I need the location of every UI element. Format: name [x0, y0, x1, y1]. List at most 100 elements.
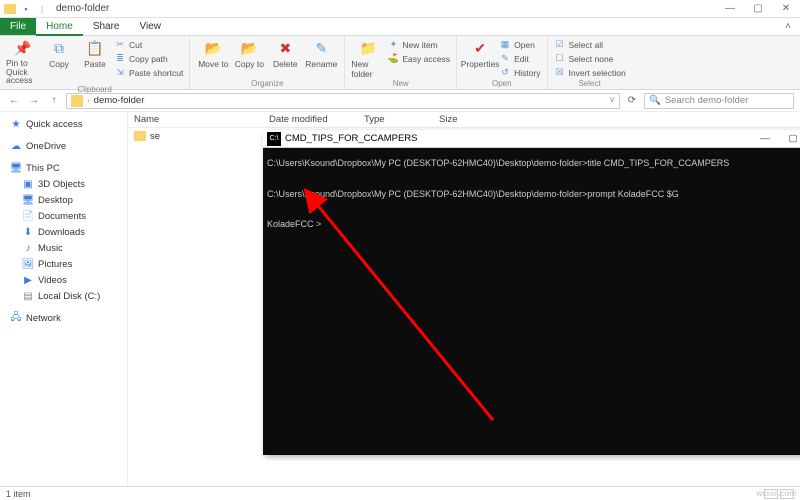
group-clipboard: 📌Pin to Quick access ⧉Copy 📋Paste ✂Cut ≣… — [0, 36, 190, 89]
minimize-button[interactable]: — — [716, 0, 744, 18]
group-open: ✔Properties ▦Open ✎Edit ↺History Open — [457, 36, 547, 89]
invert-selection-button[interactable]: ☒Invert selection — [554, 66, 626, 79]
status-text: 1 item — [6, 489, 31, 499]
file-list: Name Date modified Type Size se C:\ CMD_… — [128, 112, 800, 486]
column-type[interactable]: Type — [358, 114, 433, 125]
folder-icon — [71, 95, 83, 107]
delete-icon: ✖ — [275, 38, 295, 58]
sidebar-item-this-pc[interactable]: 🖥This PC — [0, 160, 127, 176]
group-label: Open — [463, 79, 540, 89]
rename-icon: ✎ — [311, 38, 331, 58]
column-headers: Name Date modified Type Size — [128, 112, 800, 128]
forward-button[interactable]: → — [26, 93, 42, 109]
main: ★Quick access ☁OneDrive 🖥This PC ▣3D Obj… — [0, 112, 800, 486]
window-title: demo-folder — [56, 3, 109, 14]
back-button[interactable]: ← — [6, 93, 22, 109]
history-button[interactable]: ↺History — [499, 66, 540, 79]
open-icon: ▦ — [499, 39, 511, 51]
cut-icon: ✂ — [114, 39, 126, 51]
chevron-right-icon: › — [87, 96, 90, 105]
maximize-button[interactable]: ▢ — [744, 0, 772, 18]
sidebar-item-pictures[interactable]: 🖼Pictures — [0, 256, 127, 272]
copyto-icon: 📂 — [239, 38, 259, 58]
cmd-title-text: CMD_TIPS_FOR_CCAMPERS — [285, 133, 418, 144]
cmd-prompt: KoladeFCC > — [267, 217, 800, 232]
chevron-down-icon[interactable]: ˅ — [609, 95, 615, 106]
sidebar-item-desktop[interactable]: 🖥Desktop — [0, 192, 127, 208]
search-input[interactable]: 🔍 Search demo-folder — [644, 93, 794, 109]
cmd-maximize-button[interactable]: ▢ — [779, 130, 800, 148]
tab-share[interactable]: Share — [83, 18, 130, 35]
select-none-icon: ☐ — [554, 53, 566, 65]
copy-to-button[interactable]: 📂Copy to — [232, 38, 266, 69]
picture-icon: 🖼 — [22, 258, 34, 270]
tab-view[interactable]: View — [130, 18, 172, 35]
select-all-icon: ☑ — [554, 39, 566, 51]
sidebar-item-3d-objects[interactable]: ▣3D Objects — [0, 176, 127, 192]
new-folder-button[interactable]: 📁New folder — [351, 38, 385, 79]
up-button[interactable]: ↑ — [46, 93, 62, 109]
invert-icon: ☒ — [554, 67, 566, 79]
window-controls: — ▢ ✕ — [716, 0, 800, 18]
cube-icon: ▣ — [22, 178, 34, 190]
paste-shortcut-button[interactable]: ⇲Paste shortcut — [114, 66, 183, 79]
paste-button[interactable]: 📋Paste — [78, 38, 112, 69]
search-icon: 🔍 — [649, 95, 661, 106]
cut-button[interactable]: ✂Cut — [114, 38, 183, 51]
music-icon: ♪ — [22, 242, 34, 254]
open-button[interactable]: ▦Open — [499, 38, 540, 51]
video-icon: ▶ — [22, 274, 34, 286]
copy-button[interactable]: ⧉Copy — [42, 38, 76, 69]
properties-button[interactable]: ✔Properties — [463, 38, 497, 69]
column-size[interactable]: Size — [433, 114, 493, 125]
move-to-button[interactable]: 📂Move to — [196, 38, 230, 69]
sidebar-item-onedrive[interactable]: ☁OneDrive — [0, 138, 127, 154]
save-icon[interactable]: ▪ — [20, 3, 32, 15]
tab-home[interactable]: Home — [36, 18, 83, 36]
tab-file[interactable]: File — [0, 18, 36, 35]
column-name[interactable]: Name — [128, 114, 263, 125]
refresh-button[interactable]: ⟳ — [624, 93, 640, 109]
sidebar-item-documents[interactable]: 📄Documents — [0, 208, 127, 224]
group-label: Organize — [196, 79, 338, 89]
edit-button[interactable]: ✎Edit — [499, 52, 540, 65]
cmd-output[interactable]: C:\Users\Ksound\Dropbox\My PC (DESKTOP-6… — [263, 148, 800, 455]
sidebar-item-local-disk[interactable]: ▤Local Disk (C:) — [0, 288, 127, 304]
group-label: New — [351, 79, 450, 89]
ribbon-tabs: File Home Share View ˄ — [0, 18, 800, 36]
easy-access-button[interactable]: ⛳Easy access — [387, 52, 450, 65]
column-date[interactable]: Date modified — [263, 114, 358, 125]
ribbon: 📌Pin to Quick access ⧉Copy 📋Paste ✂Cut ≣… — [0, 36, 800, 90]
breadcrumb[interactable]: › demo-folder ˅ — [66, 93, 620, 109]
sidebar-item-videos[interactable]: ▶Videos — [0, 272, 127, 288]
close-button[interactable]: ✕ — [772, 0, 800, 18]
folder-icon — [4, 4, 16, 14]
cmd-titlebar[interactable]: C:\ CMD_TIPS_FOR_CCAMPERS — ▢ ✕ — [263, 130, 800, 148]
status-bar: 1 item — [0, 486, 800, 500]
qat-divider: | — [36, 3, 48, 15]
delete-button[interactable]: ✖Delete — [268, 38, 302, 69]
cmd-icon: C:\ — [267, 132, 281, 146]
sidebar-item-downloads[interactable]: ⬇Downloads — [0, 224, 127, 240]
sidebar-item-music[interactable]: ♪Music — [0, 240, 127, 256]
address-bar: ← → ↑ › demo-folder ˅ ⟳ 🔍 Search demo-fo… — [0, 90, 800, 112]
sidebar-item-network[interactable]: 🖧Network — [0, 310, 127, 326]
new-item-button[interactable]: ✦New item — [387, 38, 450, 51]
move-icon: 📂 — [203, 38, 223, 58]
star-icon: ★ — [10, 118, 22, 130]
cmd-minimize-button[interactable]: — — [751, 130, 779, 148]
properties-icon: ✔ — [470, 38, 490, 58]
path-icon: ≣ — [114, 53, 126, 65]
select-all-button[interactable]: ☑Select all — [554, 38, 626, 51]
copy-path-button[interactable]: ≣Copy path — [114, 52, 183, 65]
ribbon-collapse-button[interactable]: ˄ — [776, 18, 800, 35]
rename-button[interactable]: ✎Rename — [304, 38, 338, 69]
pin-quick-access-button[interactable]: 📌Pin to Quick access — [6, 38, 40, 85]
download-icon: ⬇ — [22, 226, 34, 238]
select-none-button[interactable]: ☐Select none — [554, 52, 626, 65]
desktop-icon: 🖥 — [22, 194, 34, 206]
cmd-line: C:\Users\Ksound\Dropbox\My PC (DESKTOP-6… — [267, 187, 800, 202]
breadcrumb-segment[interactable]: demo-folder — [94, 95, 145, 106]
shortcut-icon: ⇲ — [114, 67, 126, 79]
sidebar-item-quick-access[interactable]: ★Quick access — [0, 116, 127, 132]
